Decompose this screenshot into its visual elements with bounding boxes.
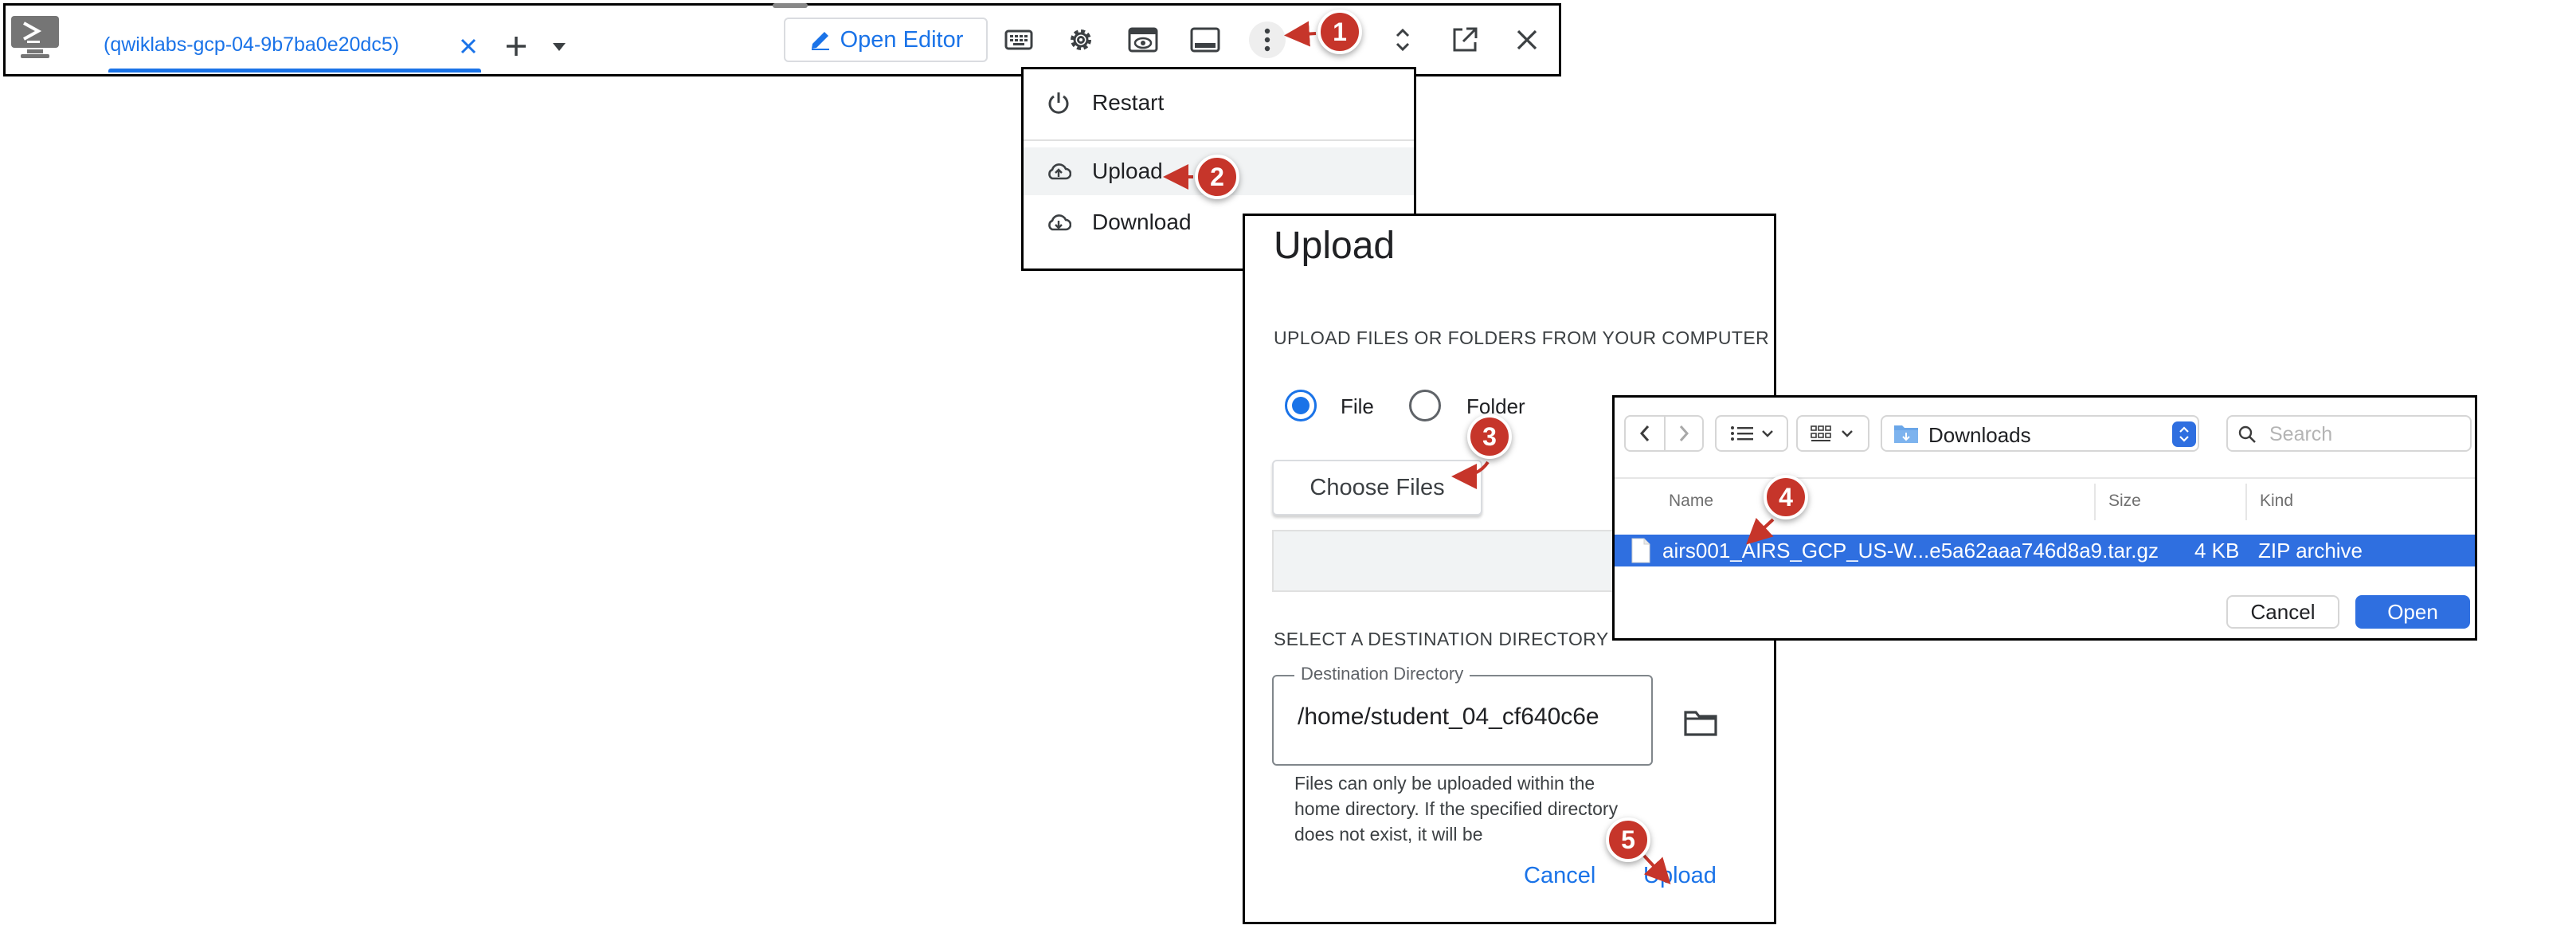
column-header-size[interactable]: Size	[2108, 492, 2141, 511]
dropdown-stepper-icon	[2172, 421, 2196, 447]
file-radio-button[interactable]	[1285, 390, 1317, 421]
grid-view-icon[interactable]	[1796, 415, 1869, 452]
header-divider	[1615, 477, 2475, 479]
open-in-new-window-icon[interactable]	[1447, 22, 1483, 58]
destination-help-text: Files can only be uploaded within the ho…	[1294, 773, 1619, 845]
step-marker-2: 2	[1195, 155, 1239, 199]
close-tab-icon[interactable]	[457, 35, 480, 57]
folder-radio-button[interactable]	[1409, 390, 1441, 421]
file-name: airs001_AIRS_GCP_US-W...e5a62aaa746d8a9.…	[1662, 539, 2159, 562]
destination-heading: SELECT A DESTINATION DIRECTORY	[1274, 629, 1609, 649]
search-icon	[2237, 425, 2257, 444]
upload-source-heading: UPLOAD FILES OR FOLDERS FROM YOUR COMPUT…	[1274, 327, 1770, 348]
column-header-name[interactable]: Name	[1669, 492, 1713, 511]
picker-open-button[interactable]: Open	[2355, 595, 2470, 629]
file-size: 4 KB	[2194, 539, 2240, 562]
menu-item-label: Upload	[1092, 159, 1163, 183]
search-placeholder: Search	[2269, 423, 2333, 445]
cloud-upload-icon	[1043, 155, 1075, 187]
search-field[interactable]: Search	[2226, 415, 2472, 452]
back-icon[interactable]	[1626, 417, 1666, 450]
panel-layout-icon[interactable]	[1187, 22, 1223, 58]
terminal-tab-label[interactable]: (qwiklabs-gcp-04-9b7ba0e20dc5)	[104, 33, 399, 57]
power-icon	[1043, 87, 1075, 119]
location-dropdown[interactable]: Downloads	[1881, 415, 2199, 452]
choose-files-button[interactable]: Choose Files	[1272, 460, 1482, 515]
upload-button[interactable]: Upload	[1643, 863, 1717, 889]
menu-divider	[1024, 139, 1414, 141]
open-editor-button[interactable]: Open Editor	[784, 18, 988, 62]
cloud-download-icon	[1043, 206, 1075, 238]
step-marker-3: 3	[1467, 414, 1512, 459]
pencil-icon	[808, 28, 832, 52]
step-marker-4: 4	[1764, 475, 1808, 519]
open-editor-label: Open Editor	[840, 26, 964, 53]
terminal-icon[interactable]	[10, 14, 61, 61]
destination-field-label: Destination Directory	[1294, 664, 1470, 684]
file-picker-dialog: Downloads Search Name Size Kind airs001_…	[1612, 395, 2477, 641]
column-separator	[2094, 484, 2096, 520]
browse-folder-icon[interactable]	[1681, 704, 1720, 742]
navigation-buttons	[1624, 415, 1704, 452]
step-marker-1: 1	[1317, 10, 1362, 54]
column-separator	[2245, 484, 2247, 520]
picker-cancel-button[interactable]: Cancel	[2226, 595, 2339, 629]
tab-dropdown-icon[interactable]	[550, 38, 569, 56]
file-row-selected[interactable]: airs001_AIRS_GCP_US-W...e5a62aaa746d8a9.…	[1615, 535, 2475, 566]
destination-directory-field[interactable]: Destination Directory /home/student_04_c…	[1272, 664, 1653, 766]
downloads-folder-icon	[1893, 423, 1919, 444]
document-icon	[1631, 538, 1651, 563]
step-marker-5: 5	[1606, 817, 1650, 862]
expand-collapse-icon[interactable]	[1384, 22, 1421, 58]
menu-item-label: Restart	[1092, 90, 1165, 115]
more-options-icon[interactable]	[1249, 22, 1286, 58]
add-tab-icon[interactable]	[502, 32, 530, 61]
dialog-title: Upload	[1274, 225, 1396, 267]
resize-handle[interactable]	[773, 3, 808, 8]
menu-item-restart[interactable]: Restart	[1024, 79, 1414, 127]
column-header-kind[interactable]: Kind	[2260, 492, 2293, 511]
keyboard-icon[interactable]	[1000, 22, 1037, 58]
active-tab-indicator	[108, 69, 481, 73]
file-kind: ZIP archive	[2258, 539, 2363, 562]
cancel-button[interactable]: Cancel	[1524, 863, 1595, 889]
menu-item-label: Download	[1092, 210, 1192, 234]
close-panel-icon[interactable]	[1509, 22, 1545, 58]
file-radio-label[interactable]: File	[1341, 394, 1374, 419]
forward-icon[interactable]	[1666, 417, 1702, 450]
destination-directory-input[interactable]: /home/student_04_cf640c6e	[1298, 704, 1632, 731]
list-view-icon[interactable]	[1715, 415, 1788, 452]
settings-gear-icon[interactable]	[1063, 22, 1099, 58]
web-preview-icon[interactable]	[1125, 22, 1161, 58]
location-label: Downloads	[1928, 423, 2031, 447]
